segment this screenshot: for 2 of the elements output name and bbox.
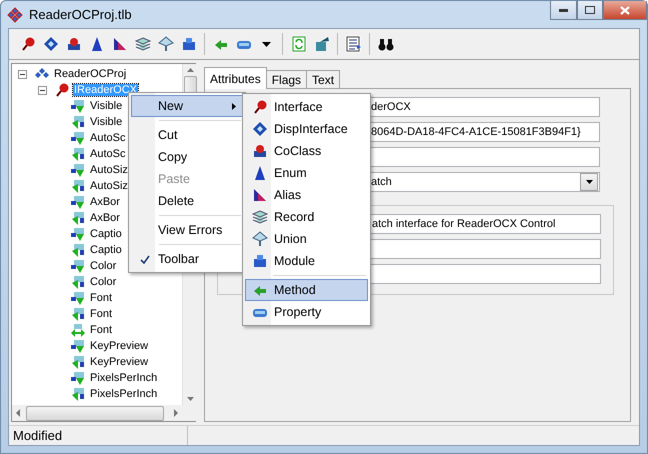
status-text: Modified [9, 426, 188, 445]
window-title: ReaderOCProj.tlb [29, 7, 133, 22]
